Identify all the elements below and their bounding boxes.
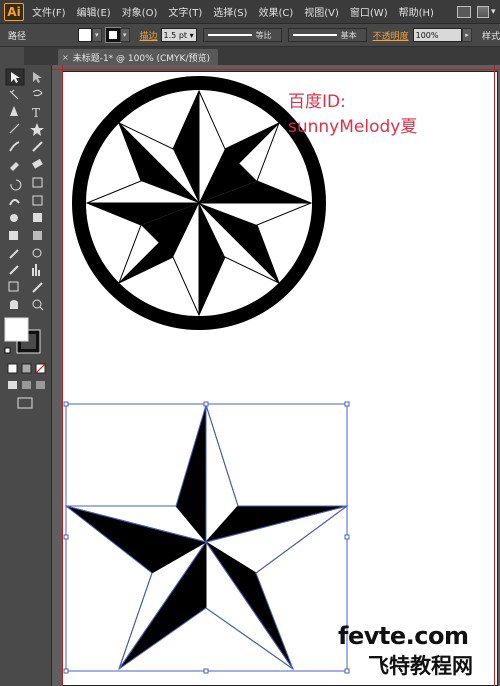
hand-tool-icon[interactable] — [10, 300, 18, 309]
color-mode-icon[interactable] — [7, 363, 18, 374]
mesh-tool-icon[interactable] — [9, 231, 18, 240]
rotate-tool-icon[interactable] — [10, 179, 22, 191]
gradient-tool-icon[interactable] — [33, 231, 42, 240]
star-tool-icon[interactable] — [30, 123, 44, 136]
graph-tool-icon[interactable] — [32, 264, 40, 276]
screen-mode-icon[interactable] — [17, 397, 33, 409]
slice-tool-icon[interactable] — [32, 282, 43, 293]
draw-normal-icon[interactable] — [8, 381, 17, 389]
nautical-star-artwork[interactable] — [63, 401, 350, 674]
tool-icons: T — [4, 68, 46, 409]
perspective-grid-tool-icon[interactable] — [33, 213, 42, 222]
artwork-layer: T — [4, 68, 350, 674]
pen-tool-icon[interactable] — [10, 106, 18, 116]
site-domain: fevte.com — [338, 622, 469, 650]
artboard-tool-icon[interactable] — [8, 281, 19, 292]
eraser-tool-icon[interactable] — [32, 158, 43, 169]
type-tool-icon[interactable]: T — [32, 106, 40, 120]
shape-builder-tool-icon[interactable] — [10, 214, 18, 222]
zoom-tool-handle — [39, 306, 44, 311]
magic-wand-tool-icon[interactable] — [9, 89, 19, 100]
direct-selection-tool-icon[interactable] — [33, 72, 42, 83]
draw-behind-icon[interactable] — [22, 381, 31, 389]
symbol-sprayer-tool-icon[interactable] — [9, 265, 19, 275]
watermark-username: sunnyMelody夏 — [288, 117, 418, 137]
fill-color-box[interactable] — [4, 317, 29, 342]
site-name: 飞特教程网 — [368, 654, 473, 678]
pencil-tool-icon[interactable] — [32, 141, 43, 152]
zoom-tool-icon[interactable] — [32, 299, 42, 309]
scale-tool-icon[interactable] — [32, 177, 43, 188]
gradient-mode-icon[interactable] — [21, 363, 32, 374]
width-tool-icon[interactable] — [9, 199, 20, 206]
draw-inside-icon[interactable] — [36, 381, 45, 389]
default-colors-icon[interactable] — [4, 347, 11, 354]
line-tool-icon[interactable] — [9, 123, 20, 134]
blend-tool-icon[interactable] — [32, 248, 42, 258]
watermark-id-label: 百度ID: — [288, 92, 346, 112]
eyedropper-tool-icon[interactable] — [9, 249, 19, 259]
compass-star-artwork[interactable] — [72, 76, 326, 330]
lasso-tool-icon[interactable] — [32, 89, 43, 97]
blob-brush-tool-icon[interactable] — [10, 162, 19, 171]
free-transform-tool-icon[interactable] — [32, 195, 43, 206]
paintbrush-tool-icon[interactable] — [9, 141, 20, 152]
